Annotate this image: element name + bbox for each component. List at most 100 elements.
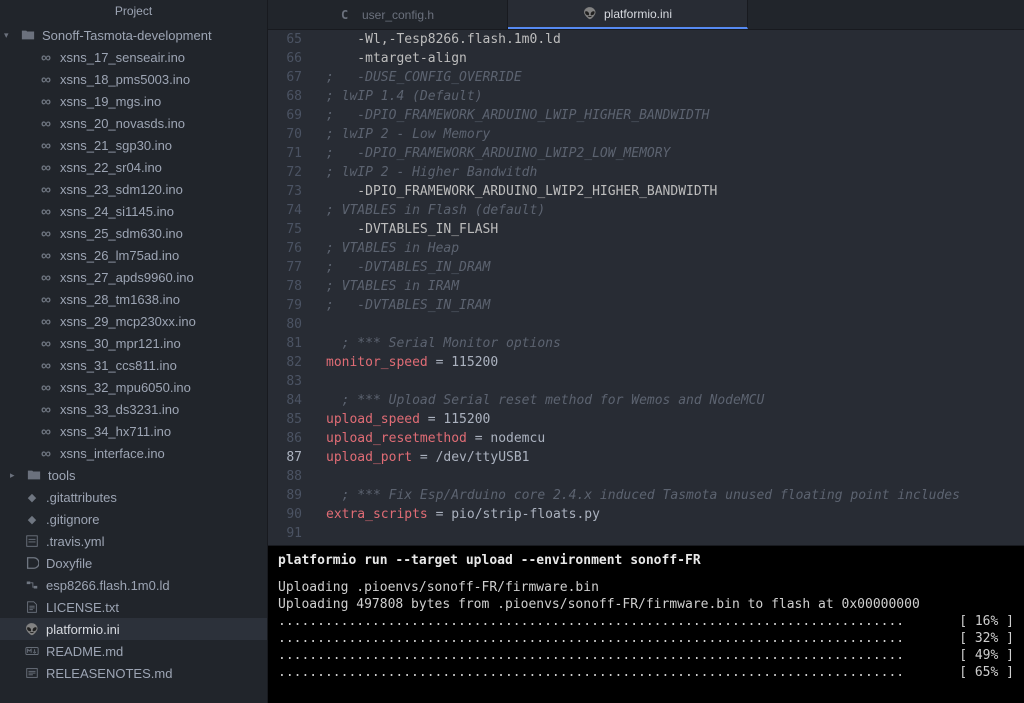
terminal-output-line: Uploading 497808 bytes from .pioenvs/son… [278,596,1014,613]
code-line[interactable]: 79; -DVTABLES_IN_IRAM [268,296,1024,315]
code-line[interactable]: 67; -DUSE_CONFIG_OVERRIDE [268,68,1024,87]
file-item[interactable]: LICENSE.txt [0,596,267,618]
file-item[interactable]: .gitignore [0,508,267,530]
editor-tab[interactable]: platformio.ini [508,0,748,29]
code-line[interactable]: 73 -DPIO_FRAMEWORK_ARDUINO_LWIP2_HIGHER_… [268,182,1024,201]
arduino-icon [38,357,54,373]
file-item[interactable]: xsns_34_hx711.ino [0,420,267,442]
file-label: xsns_34_hx711.ino [60,424,171,439]
file-item[interactable]: xsns_29_mcp230xx.ino [0,310,267,332]
file-item[interactable]: RELEASENOTES.md [0,662,267,684]
code-line[interactable]: 69; -DPIO_FRAMEWORK_ARDUINO_LWIP_HIGHER_… [268,106,1024,125]
file-item[interactable]: xsns_17_senseair.ino [0,46,267,68]
line-number: 82 [268,353,318,372]
editor-tab[interactable]: user_config.h [268,0,508,29]
file-label: .travis.yml [46,534,105,549]
code-line[interactable]: 78; VTABLES in IRAM [268,277,1024,296]
code-line[interactable]: 88 [268,467,1024,486]
file-label: xsns_17_senseair.ino [60,50,185,65]
file-label: LICENSE.txt [46,600,119,615]
sidebar-header: Project [0,0,267,24]
code-line[interactable]: 76; VTABLES in Heap [268,239,1024,258]
arduino-icon [38,159,54,175]
line-content: ; lwIP 2 - Low Memory [318,125,1024,144]
code-line[interactable]: 82monitor_speed = 115200 [268,353,1024,372]
file-item[interactable]: xsns_23_sdm120.ino [0,178,267,200]
editor-area: user_config.hplatformio.ini 65 -Wl,-Tesp… [268,0,1024,703]
file-item[interactable]: xsns_26_lm75ad.ino [0,244,267,266]
file-item[interactable]: xsns_30_mpr121.ino [0,332,267,354]
git-icon [24,489,40,505]
code-line[interactable]: 66 -mtarget-align [268,49,1024,68]
arduino-icon [38,401,54,417]
line-number: 69 [268,106,318,125]
code-line[interactable]: 80 [268,315,1024,334]
code-line[interactable]: 70; lwIP 2 - Low Memory [268,125,1024,144]
code-line[interactable]: 86upload_resetmethod = nodemcu [268,429,1024,448]
code-line[interactable]: 85upload_speed = 115200 [268,410,1024,429]
file-item[interactable]: xsns_24_si1145.ino [0,200,267,222]
file-item[interactable]: xsns_32_mpu6050.ino [0,376,267,398]
code-line[interactable]: 83 [268,372,1024,391]
file-item[interactable]: xsns_31_ccs811.ino [0,354,267,376]
file-item[interactable]: README.md [0,640,267,662]
file-item[interactable]: xsns_28_tm1638.ino [0,288,267,310]
file-item[interactable]: .travis.yml [0,530,267,552]
line-number: 84 [268,391,318,410]
folder-icon [20,27,36,43]
file-item[interactable]: platformio.ini [0,618,267,640]
code-line[interactable]: 87upload_port = /dev/ttyUSB1 [268,448,1024,467]
line-content: monitor_speed = 115200 [318,353,1024,372]
line-number: 91 [268,524,318,543]
arduino-icon [38,93,54,109]
releasenotes-icon [24,665,40,681]
line-content: upload_speed = 115200 [318,410,1024,429]
code-editor[interactable]: 65 -Wl,-Tesp8266.flash.1m0.ld66 -mtarget… [268,30,1024,545]
code-line[interactable]: 77; -DVTABLES_IN_DRAM [268,258,1024,277]
file-label: xsns_23_sdm120.ino [60,182,183,197]
tab-bar: user_config.hplatformio.ini [268,0,1024,30]
line-number: 81 [268,334,318,353]
folder-item-tools[interactable]: ▸tools [0,464,267,486]
file-item[interactable]: .gitattributes [0,486,267,508]
code-line[interactable]: 75 -DVTABLES_IN_FLASH [268,220,1024,239]
arduino-icon [38,269,54,285]
arduino-icon [38,379,54,395]
code-line[interactable]: 65 -Wl,-Tesp8266.flash.1m0.ld [268,30,1024,49]
code-line[interactable]: 89 ; *** Fix Esp/Arduino core 2.4.x indu… [268,486,1024,505]
code-line[interactable]: 81 ; *** Serial Monitor options [268,334,1024,353]
line-number: 72 [268,163,318,182]
file-item[interactable]: xsns_interface.ino [0,442,267,464]
code-line[interactable]: 71; -DPIO_FRAMEWORK_ARDUINO_LWIP2_LOW_ME… [268,144,1024,163]
line-number: 85 [268,410,318,429]
file-item[interactable]: Doxyfile [0,552,267,574]
file-item[interactable]: xsns_18_pms5003.ino [0,68,267,90]
project-root-label: Sonoff-Tasmota-development [42,28,212,43]
file-label: esp8266.flash.1m0.ld [46,578,170,593]
text-icon [24,599,40,615]
file-item[interactable]: esp8266.flash.1m0.ld [0,574,267,596]
file-item[interactable]: xsns_33_ds3231.ino [0,398,267,420]
project-root[interactable]: ▾ Sonoff-Tasmota-development [0,24,267,46]
file-item[interactable]: xsns_20_novasds.ino [0,112,267,134]
code-line[interactable]: 74; VTABLES in Flash (default) [268,201,1024,220]
file-label: RELEASENOTES.md [46,666,172,681]
file-tree[interactable]: xsns_17_senseair.inoxsns_18_pms5003.inox… [0,46,267,703]
file-item[interactable]: xsns_19_mgs.ino [0,90,267,112]
code-line[interactable]: 72; lwIP 2 - Higher Bandwitdh [268,163,1024,182]
file-item[interactable]: xsns_22_sr04.ino [0,156,267,178]
file-item[interactable]: xsns_25_sdm630.ino [0,222,267,244]
file-label: xsns_27_apds9960.ino [60,270,194,285]
terminal-panel[interactable]: platformio run --target upload --environ… [268,545,1024,703]
arduino-icon [38,291,54,307]
code-line[interactable]: 91 [268,524,1024,543]
file-item[interactable]: xsns_27_apds9960.ino [0,266,267,288]
code-line[interactable]: 68; lwIP 1.4 (Default) [268,87,1024,106]
file-item[interactable]: xsns_21_sgp30.ino [0,134,267,156]
file-label: xsns_31_ccs811.ino [60,358,177,373]
line-number: 73 [268,182,318,201]
code-line[interactable]: 84 ; *** Upload Serial reset method for … [268,391,1024,410]
code-line[interactable]: 90extra_scripts = pio/strip-floats.py [268,505,1024,524]
line-content: -Wl,-Tesp8266.flash.1m0.ld [318,30,1024,49]
file-label: xsns_28_tm1638.ino [60,292,180,307]
